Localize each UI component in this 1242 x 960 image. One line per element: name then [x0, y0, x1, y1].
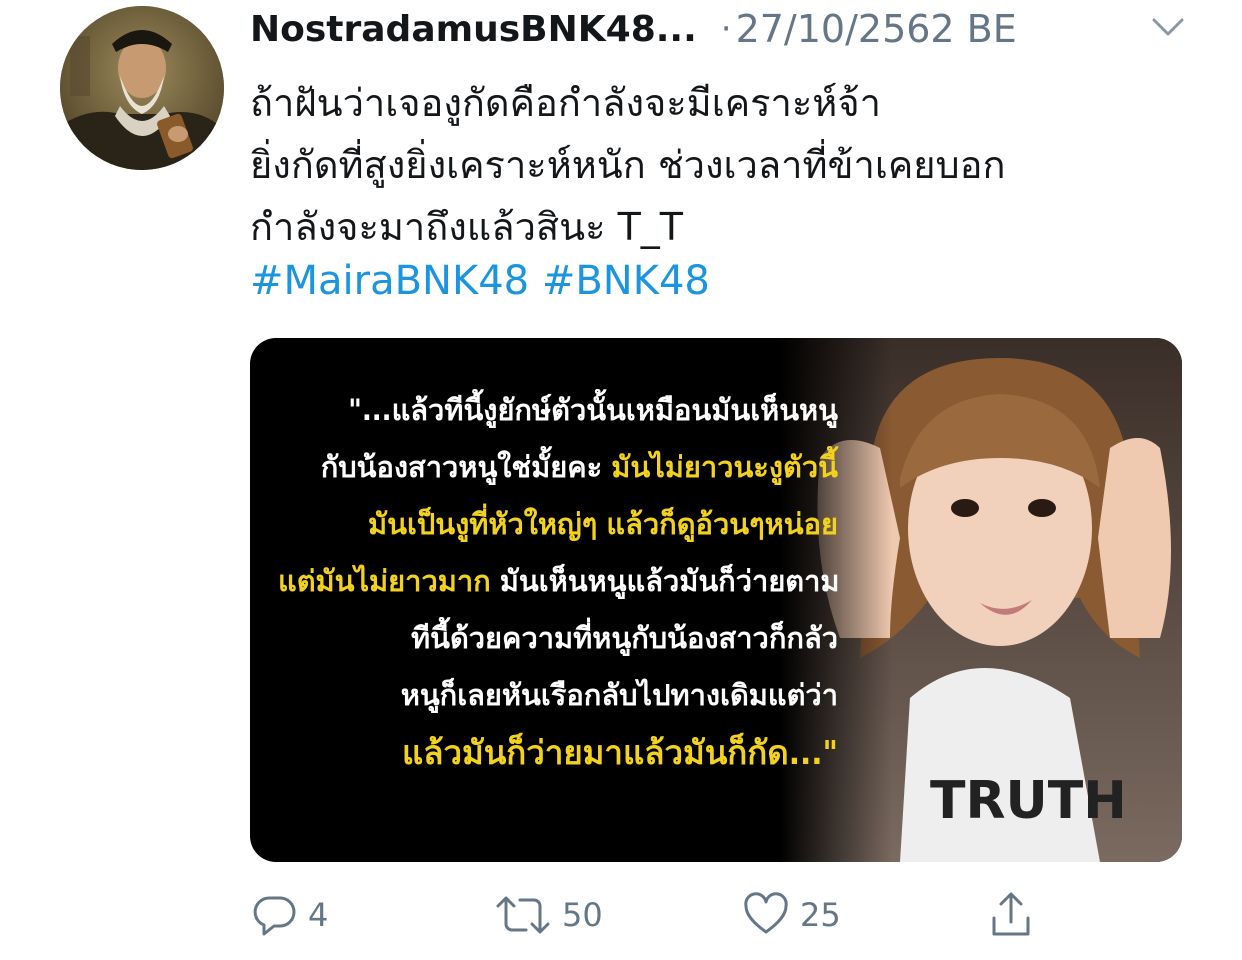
quote-line: ทีนี้ด้วยความที่หนูกับน้องสาวก็กลัว	[411, 621, 838, 655]
quote-highlight: มันเป็นงูที่หัวใหญ่ๆ แล้วก็ดูอ้วนๆหน่อย	[368, 507, 838, 541]
hashtag-link[interactable]: #BNK48	[542, 258, 710, 304]
quote-overlay: "...แล้วทีนี้งูยักษ์ตัวนั้นเหมือนมันเห็น…	[278, 382, 840, 781]
tweet-text-line: ยิ่งกัดที่สูงยิ่งเคราะห์หนัก ช่วงเวลาที่…	[250, 143, 1006, 187]
retweet-button[interactable]: 50	[494, 880, 603, 950]
like-count: 25	[800, 896, 841, 934]
action-bar: 4 50 25	[250, 880, 1182, 950]
quote-line: กับน้องสาวหนูใช่มั้ยคะ มันไม่ยาวนะงูตัวน…	[278, 439, 838, 496]
retweet-icon	[496, 896, 550, 934]
quote-highlight: มันไม่ยาวนะงูตัวนี้	[611, 450, 838, 484]
reply-count: 4	[308, 896, 329, 934]
hashtag-link[interactable]: #MairaBNK48	[250, 258, 529, 304]
author-name[interactable]: NostradamusBNK48...	[250, 9, 697, 50]
tweet-date[interactable]: 27/10/2562 BE	[736, 7, 1017, 51]
hashtag-row: #MairaBNK48 #BNK48	[250, 250, 710, 312]
tweet: NostradamusBNK48... · 27/10/2562 BE ถ้าฝ…	[0, 0, 1242, 960]
avatar[interactable]	[60, 6, 224, 170]
reply-icon	[253, 896, 296, 936]
quote-line: "...แล้วทีนี้งูยักษ์ตัวนั้นเหมือนมันเห็น…	[348, 393, 838, 427]
retweet-count: 50	[562, 896, 603, 934]
reply-button[interactable]: 4	[252, 880, 328, 950]
quote-line: หนูก็เลยหันเรือกลับไปทางเดิมแต่ว่า	[400, 678, 838, 712]
tweet-text-line: ถ้าฝันว่าเจองูกัดคือกำลังจะมีเคราะห์จ้า	[250, 81, 881, 125]
quote-highlight: แล้วมันก็ว่ายมาแล้วมันก็กัด..."	[401, 733, 838, 772]
tweet-text-line: กำลังจะมาถึงแล้วสินะ T_T	[250, 205, 684, 249]
like-button[interactable]: 25	[742, 880, 841, 950]
chevron-down-icon[interactable]	[1150, 14, 1186, 40]
quote-highlight: แต่มันไม่ยาวมาก	[278, 564, 500, 598]
tweet-text: ถ้าฝันว่าเจองูกัดคือกำลังจะมีเคราะห์จ้า …	[250, 72, 1210, 258]
separator: ·	[720, 9, 732, 49]
quote-segment: มันเห็นหนูแล้วมันก็ว่ายตาม	[499, 564, 840, 598]
like-icon	[744, 892, 788, 934]
share-icon	[992, 892, 1030, 936]
quote-segment: กับน้องสาวหนูใช่มั้ยคะ	[320, 450, 612, 484]
quote-line: แต่มันไม่ยาวมาก มันเห็นหนูแล้วมันก็ว่ายต…	[278, 553, 840, 610]
tweet-media-image[interactable]: TRUTH "...แล้วทีนี้งูยักษ์ตัวนั้นเหมือนม…	[250, 338, 1182, 862]
photo-girl: TRUTH	[780, 338, 1182, 862]
tweet-header: NostradamusBNK48... · 27/10/2562 BE	[250, 4, 1200, 54]
share-button[interactable]	[988, 880, 1034, 950]
